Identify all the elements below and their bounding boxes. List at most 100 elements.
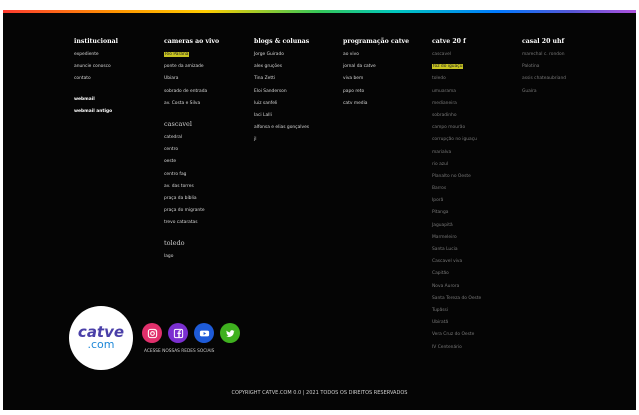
footer-link[interactable]: Ubiratã [432,317,517,329]
footer-link-label: anuncie conosco [74,64,111,70]
footer-link-label: av. Costa e Silva [164,100,201,106]
footer-link[interactable]: webmail [74,94,159,106]
footer-link[interactable]: Guaíra [522,86,607,98]
footer-link[interactable]: Nova Aurora [432,281,517,293]
footer-link-label: ponte da amizade [164,64,204,70]
footer-link-label: umuarama [432,88,456,94]
col-title: catve 20 f [432,38,466,45]
footer-link[interactable]: assis chateaubriand [522,73,607,85]
footer-link[interactable]: Rio Paraná [164,49,249,61]
footer-link[interactable]: Santa Lucia [432,244,517,256]
footer-link[interactable]: ponte da amizade [164,61,249,73]
footer-link[interactable]: sobradinho [432,110,517,122]
footer-link[interactable]: praça da bíblia [164,193,249,205]
footer-link[interactable]: foz do iguaçu [432,61,517,73]
twitter-icon[interactable] [220,323,240,343]
footer-link-label: cascavel [432,52,452,57]
footer-link[interactable]: contato [74,73,159,85]
footer-link[interactable]: Iporã [432,195,517,207]
footer-link[interactable]: trevo cataratas [164,217,249,229]
col-title: institucional [74,38,119,45]
footer-link-label: Iporã [432,198,444,204]
footer-link[interactable]: Vera Cruz do Oeste [432,329,517,341]
footer-link[interactable]: centro [164,144,249,156]
link-list: ao vivo jornal da catve viva bem papo reto c… [343,49,428,110]
footer-link[interactable]: campo mourão [432,122,517,134]
footer-link[interactable]: Palotina [522,61,607,73]
youtube-icon[interactable] [194,323,214,343]
footer-link[interactable]: praça do migrante [164,205,249,217]
footer-link[interactable]: cascavel [432,49,517,61]
footer-link[interactable]: Capitão [432,268,517,280]
instagram-icon[interactable] [142,323,162,343]
footer-link-label: Santa Tereza do Oeste [432,295,482,301]
footer-link[interactable]: av. Costa e Silva [164,98,249,110]
footer-link[interactable]: medianeira [432,98,517,110]
catve-logo[interactable]: catve .com [69,306,133,370]
footer-link-label: jornal da catve [343,64,376,70]
footer-link-label: Tupãssi [432,307,449,313]
footer-link-label: Cascavel viva [432,259,463,265]
footer-link-label: sobradinho [432,112,457,118]
footer-link[interactable]: Jaguapitã [432,220,517,232]
footer-link[interactable]: papo reto [343,86,428,98]
footer-link[interactable]: Cascavel viva [432,256,517,268]
footer-link[interactable]: Tupãssi [432,305,517,317]
footer-link[interactable]: Barros [432,183,517,195]
col-casal: casal 20 uhf marechal c. rondon Palotina a… [522,38,607,98]
subheading-toledo: toledo [164,239,185,248]
footer-link[interactable]: Tina Zetti [254,73,339,85]
footer-link[interactable]: anuncie conosco [74,61,159,73]
footer-link-label: centro [164,147,179,153]
footer-link-label: webmail [74,96,95,102]
footer-link[interactable]: marialva [432,147,517,159]
footer-link[interactable]: oeste [164,156,249,168]
footer-link[interactable]: toledo [432,73,517,85]
link-list: Jorge Guirado alex gruções Tina Zetti Eloi … [254,49,339,147]
footer-link[interactable]: luiz sanfeli [254,98,339,110]
footer-link[interactable]: Pitanga [432,207,517,219]
footer-link[interactable]: IV Centenário [432,342,517,354]
footer-link[interactable]: alfonsa e elias gonçalves [254,122,339,134]
footer-link[interactable]: viva bem [343,73,428,85]
footer-link[interactable]: Eloi Sanderson [254,86,339,98]
footer-link-label: jl [254,137,257,143]
footer-link[interactable]: rio azul [432,159,517,171]
col-title: casal 20 uhf [522,38,565,45]
footer-link[interactable]: Santa Tereza do Oeste [432,293,517,305]
footer-link[interactable]: jl [254,134,339,146]
footer-link[interactable]: Planalto no Oeste [432,171,517,183]
footer-link-label: Rio Paraná [164,52,190,57]
link-list: cascavel foz do iguaçu toledo umuarama media… [432,49,517,354]
facebook-icon[interactable] [168,323,188,343]
footer-link[interactable]: marechal c. rondon [522,49,607,61]
footer-link-label: Ubiara [164,76,179,82]
footer-link-label: medianeira [432,100,457,106]
footer-link[interactable]: alex gruções [254,61,339,73]
footer-link[interactable]: sobrado de entrada [164,86,249,98]
footer-link-label: Iaci Lalli [254,112,272,118]
footer-link[interactable]: catv media [343,98,428,110]
footer-link-label: Santa Lucia [432,247,458,252]
footer-link[interactable]: webmail antigo [74,106,159,118]
footer-link-label: campo mourão [432,125,466,131]
footer-link[interactable]: Iaci Lalli [254,110,339,122]
footer-link[interactable]: Jorge Guirado [254,49,339,61]
footer-link[interactable]: Marmeleiro [432,232,517,244]
footer-link[interactable]: jornal da catve [343,61,428,73]
footer-link-label: Pitanga [432,210,449,216]
footer-link[interactable]: catedral [164,132,249,144]
footer-link-label: Jaguapitã [432,222,453,228]
footer-link[interactable]: Ubiara [164,73,249,85]
footer-link[interactable]: corrupção no iguaçu [432,134,517,146]
footer-link-label: Planalto no Oeste [432,173,471,179]
footer-link[interactable]: av. das torres [164,181,249,193]
link-list: webmail webmail antigo [74,94,159,118]
footer-link[interactable]: ao vivo [343,49,428,61]
footer-link[interactable]: centro fag [164,169,249,181]
footer-link[interactable]: umuarama [432,86,517,98]
footer-link[interactable]: lago [164,251,249,263]
social-label: ACESSE NOSSAS REDES SOCIAIS [144,349,215,354]
footer-link[interactable]: expediente [74,49,159,61]
copyright-text: COPYRIGHT CATVE.COM 0.0 | 2021 TODOS OS … [231,390,408,396]
